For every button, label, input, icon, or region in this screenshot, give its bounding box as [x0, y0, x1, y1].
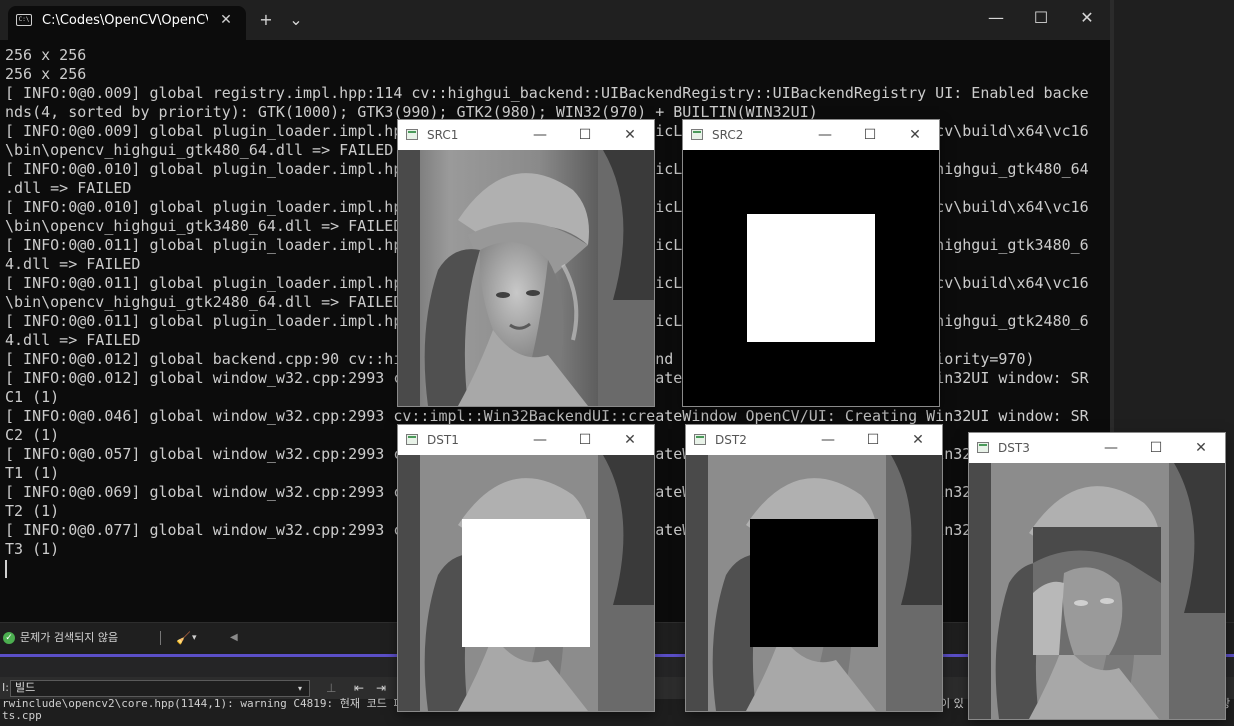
- app-icon: [406, 434, 418, 445]
- dst1-window[interactable]: DST1 — ☐ ✕: [398, 425, 654, 711]
- output-line: ts.cpp: [2, 709, 42, 722]
- inverted-region: [1033, 527, 1161, 655]
- close-window-button[interactable]: ✕: [1075, 8, 1099, 28]
- white-square: [747, 214, 875, 342]
- dst2-window[interactable]: DST2 — ☐ ✕: [686, 425, 942, 711]
- chevron-down-icon[interactable]: ⌄: [284, 10, 308, 30]
- brush-icon[interactable]: 🧹: [176, 630, 191, 646]
- portrait-image: [398, 455, 654, 711]
- app-icon: [694, 434, 706, 445]
- src1-window[interactable]: SRC1 — ☐ ✕: [398, 120, 654, 406]
- terminal-cursor: [5, 560, 7, 578]
- minimize-button[interactable]: —: [529, 125, 551, 145]
- app-icon: [691, 129, 703, 140]
- maximize-button[interactable]: ☐: [1029, 8, 1053, 28]
- src1-title: SRC1: [427, 128, 459, 142]
- close-tab-icon[interactable]: ✕: [218, 12, 234, 28]
- terminal-tab-icon: C:\: [16, 14, 32, 26]
- dst2-title: DST2: [715, 433, 747, 447]
- close-button[interactable]: ✕: [619, 430, 641, 450]
- output-line-fragment: 이 있: [940, 697, 964, 710]
- clear-output-icon[interactable]: ⊥: [326, 681, 336, 695]
- chevron-down-icon[interactable]: ▾: [298, 682, 302, 696]
- portrait-image: [969, 463, 1225, 719]
- portrait-image: [398, 150, 654, 406]
- terminal-tab-title[interactable]: C:\Codes\OpenCV\OpenCV: [42, 12, 208, 30]
- output-source-value: 빌드: [15, 681, 36, 694]
- maximize-button[interactable]: ☐: [859, 125, 881, 145]
- maximize-button[interactable]: ☐: [862, 430, 884, 450]
- output-source-label: I:: [2, 681, 9, 694]
- scroll-left-icon[interactable]: ◀: [230, 630, 238, 646]
- src2-titlebar[interactable]: SRC2 — ☐ ✕: [683, 120, 939, 150]
- maximize-button[interactable]: ☐: [574, 430, 596, 450]
- output-line: rwinclude\opencv2\core.hpp(1144,1): warn…: [2, 697, 414, 710]
- new-tab-button[interactable]: +: [254, 10, 278, 30]
- white-square: [462, 519, 590, 647]
- minimize-button[interactable]: —: [529, 430, 551, 450]
- output-source-select[interactable]: [10, 680, 310, 697]
- dst1-title: DST1: [427, 433, 459, 447]
- app-icon: [977, 442, 989, 453]
- dst3-window[interactable]: DST3 — ☐ ✕: [969, 433, 1225, 719]
- src1-titlebar[interactable]: SRC1 — ☐ ✕: [398, 120, 654, 150]
- dst1-image: [398, 455, 654, 711]
- maximize-button[interactable]: ☐: [574, 125, 596, 145]
- src2-title: SRC2: [712, 128, 744, 142]
- src1-image: [398, 150, 654, 406]
- minimize-button[interactable]: —: [1100, 438, 1122, 458]
- close-button[interactable]: ✕: [904, 125, 926, 145]
- close-button[interactable]: ✕: [619, 125, 641, 145]
- maximize-button[interactable]: ☐: [1145, 438, 1167, 458]
- chevron-down-icon[interactable]: ▾: [192, 630, 197, 646]
- status-divider: [160, 631, 161, 645]
- dst3-image: [969, 463, 1225, 719]
- prev-message-icon[interactable]: ⇤: [354, 681, 364, 695]
- portrait-image: [686, 455, 942, 711]
- dst2-titlebar[interactable]: DST2 — ☐ ✕: [686, 425, 942, 455]
- black-square: [750, 519, 878, 647]
- next-message-icon[interactable]: ⇥: [376, 681, 386, 695]
- close-button[interactable]: ✕: [907, 430, 929, 450]
- close-button[interactable]: ✕: [1190, 438, 1212, 458]
- dst2-image: [686, 455, 942, 711]
- problems-status-text[interactable]: 문제가 검색되지 않음: [20, 630, 118, 646]
- app-icon: [406, 129, 418, 140]
- dst3-title: DST3: [998, 441, 1030, 455]
- minimize-button[interactable]: —: [817, 430, 839, 450]
- dst3-titlebar[interactable]: DST3 — ☐ ✕: [969, 433, 1225, 463]
- dst1-titlebar[interactable]: DST1 — ☐ ✕: [398, 425, 654, 455]
- minimize-button[interactable]: —: [814, 125, 836, 145]
- src2-image: [683, 150, 939, 406]
- src2-window[interactable]: SRC2 — ☐ ✕: [683, 120, 939, 406]
- minimize-button[interactable]: —: [984, 8, 1008, 28]
- check-icon: ✓: [3, 632, 15, 644]
